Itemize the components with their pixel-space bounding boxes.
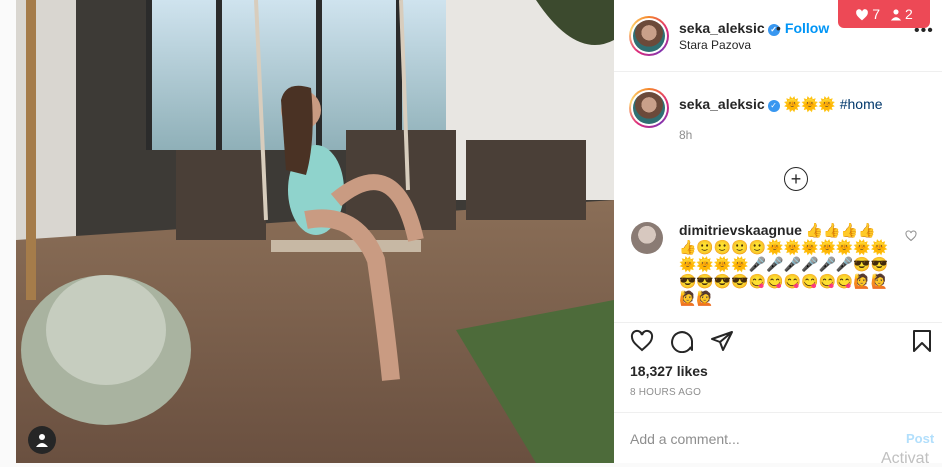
separator-dot: • [776,20,781,36]
post-actions: 18,327 likes 8 HOURS AGO [614,322,942,412]
follows-notification-count: 2 [905,6,913,22]
caption-time: 8h [679,128,693,142]
user-tag-button[interactable] [28,426,56,454]
likes-notification: 7 [855,6,880,22]
caption-text: seka_aleksic ✓ 🌞🌞🌞 #home [679,96,883,113]
post-dialog: seka_aleksic ✓ • Follow Stara Pazova ••• s… [16,0,942,463]
hashtag-link[interactable]: #home [840,96,883,112]
commenter-username[interactable]: dimitrievskaagnue [679,222,802,238]
heart-icon [856,8,869,20]
post-sidebar: seka_aleksic ✓ • Follow Stara Pazova ••• s… [614,0,942,463]
person-icon [36,434,48,447]
comment-bubble-icon[interactable] [670,329,694,354]
post-timestamp[interactable]: 8 HOURS AGO [630,387,701,398]
likes-count[interactable]: 18,327 likes [630,363,708,379]
comment-text: dimitrievskaagnue 👍👍👍👍👍🙂🙂🙂🙂🌞🌞🌞🌞🌞🌞🌞🌞🌞🌞🌞🎤🎤… [679,222,889,307]
person-icon [890,8,902,20]
follow-label[interactable]: Follow [785,20,829,36]
instagram-page: seka_aleksic ✓ • Follow Stara Pazova ••• s… [0,0,942,467]
location-link[interactable]: Stara Pazova [679,38,751,52]
follows-notification: 2 [890,6,913,22]
load-more-comments-icon[interactable]: + [784,167,808,191]
caption-username[interactable]: seka_aleksic [679,96,765,112]
like-heart-icon[interactable] [630,329,654,353]
likes-notification-count: 7 [872,6,880,22]
author-username-text[interactable]: seka_aleksic [679,20,765,36]
activation-watermark: Activat [881,450,930,467]
save-bookmark-icon[interactable] [910,329,934,353]
post-photo[interactable] [16,0,614,463]
follow-button[interactable]: • Follow [776,20,829,36]
activity-notification-badge[interactable]: 7 2 [838,0,930,28]
caption-avatar[interactable] [629,88,669,128]
author-username[interactable]: seka_aleksic ✓ [679,20,780,36]
photo-illustration [16,0,614,463]
verified-badge-icon: ✓ [767,100,780,112]
post-comment-button[interactable]: Post [906,431,934,446]
caption-emojis: 🌞🌞🌞 [783,96,836,112]
author-avatar[interactable] [629,16,669,56]
commenter-avatar[interactable] [631,222,663,254]
comment-input[interactable]: Add a comment... [630,431,740,447]
share-send-icon[interactable] [710,329,734,353]
comment-like-icon[interactable] [905,230,917,245]
